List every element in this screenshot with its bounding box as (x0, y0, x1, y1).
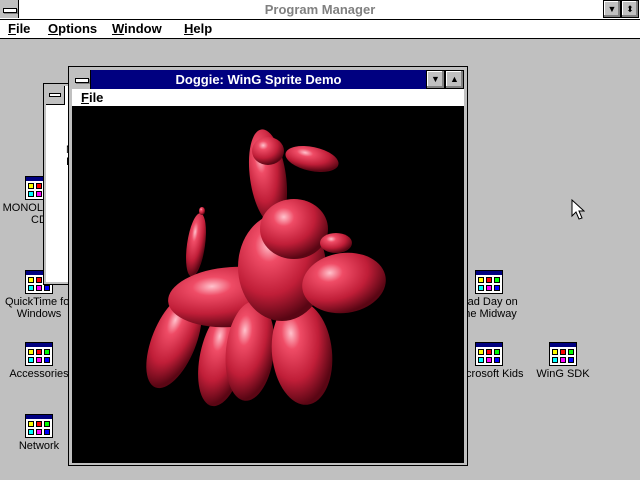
minimize-button[interactable]: ▼ (426, 70, 445, 89)
minimize-icon: ▼ (431, 74, 440, 84)
doggie-titlebar[interactable]: Doggie: WinG Sprite Demo ▼ ▲ (72, 70, 464, 89)
system-menu-icon (49, 93, 61, 97)
minimize-icon: ▼ (607, 4, 617, 14)
maximize-button[interactable]: ▲ (445, 70, 464, 89)
program-group-icon (25, 414, 53, 438)
menu-bar: File Options Window Help (0, 20, 640, 39)
menu-window[interactable]: Window (112, 20, 162, 38)
program-group-icon (549, 342, 577, 366)
system-menu-button[interactable] (0, 0, 19, 18)
system-menu-button[interactable] (72, 70, 91, 89)
window-title: Doggie: WinG Sprite Demo (175, 72, 342, 87)
group-icon-wing-sdk[interactable]: WinG SDK (522, 342, 604, 380)
system-menu-button[interactable] (46, 86, 65, 105)
restore-icon: ⬍ (626, 4, 634, 14)
system-menu-icon (75, 78, 89, 83)
program-group-icon (475, 342, 503, 366)
icon-label: WinG SDK (536, 368, 590, 380)
menu-file[interactable]: File (81, 89, 103, 107)
system-menu-icon (3, 8, 17, 13)
sprite-canvas[interactable] (72, 107, 464, 463)
window-title: Program Manager (264, 2, 376, 17)
program-group-icon (25, 342, 53, 366)
balloon-dog-sprite (146, 129, 386, 407)
maximize-icon: ▲ (450, 74, 459, 84)
doggie-window[interactable]: Doggie: WinG Sprite Demo ▼ ▲ File (68, 66, 468, 466)
menu-file[interactable]: File (8, 20, 30, 38)
menu-options[interactable]: Options (48, 20, 97, 38)
restore-button[interactable]: ⬍ (621, 0, 639, 18)
doggie-menu-bar: File (72, 89, 464, 107)
program-manager-titlebar[interactable]: Program Manager ▼ ⬍ (0, 0, 640, 20)
minimize-button[interactable]: ▼ (603, 0, 621, 18)
program-group-icon (475, 270, 503, 294)
mouse-cursor-icon (571, 199, 585, 220)
menu-help[interactable]: Help (184, 20, 212, 38)
